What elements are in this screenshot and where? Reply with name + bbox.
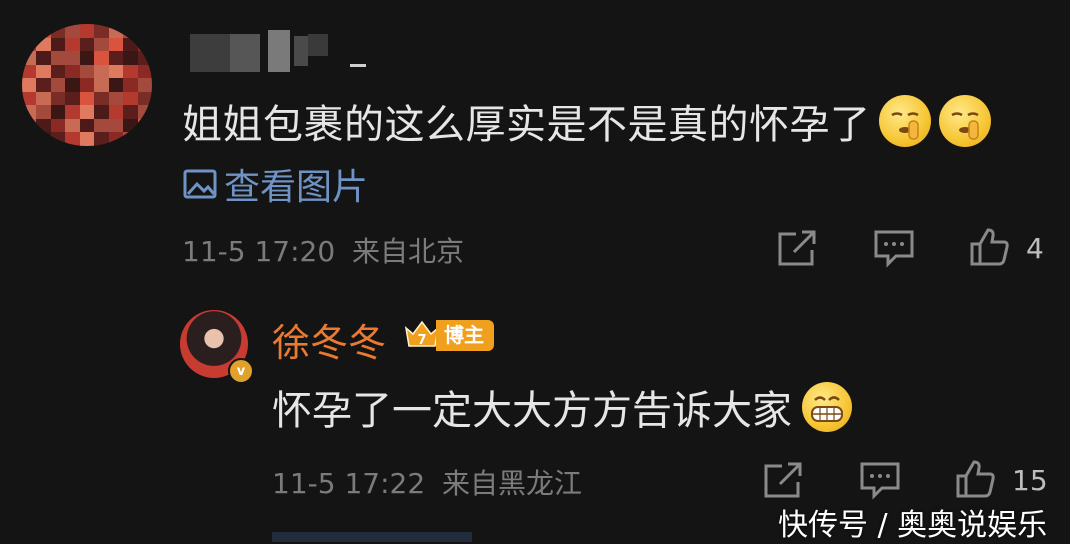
comment-text: 姐姐包裹的这么厚实是不是真的怀孕了 bbox=[182, 102, 871, 148]
comment-text-row: 姐姐包裹的这么厚实是不是真的怀孕了 bbox=[182, 92, 991, 150]
shush-face-emoji bbox=[938, 95, 991, 147]
badge-label: 博主 bbox=[436, 319, 494, 351]
watermark: 快传号 / 奥奥说娱乐 bbox=[778, 508, 1048, 543]
verified-badge-icon: v bbox=[228, 358, 254, 384]
reply-timestamp: 11-5 17:22 bbox=[272, 467, 426, 500]
badge-level: 7 bbox=[417, 333, 426, 348]
comment-icon[interactable] bbox=[858, 460, 902, 500]
commenter-username-blurred[interactable] bbox=[190, 30, 370, 72]
view-image-label: 查看图片 bbox=[224, 167, 369, 208]
comment-like-count: 4 bbox=[1026, 232, 1044, 265]
comment-icon[interactable] bbox=[872, 228, 916, 268]
blogger-badge: 7 博主 bbox=[402, 318, 494, 352]
comment-timestamp: 11-5 17:20 bbox=[182, 235, 336, 268]
reply-meta: 11-5 17:22 来自黑龙江 bbox=[272, 462, 582, 502]
reply-like-count: 15 bbox=[1012, 464, 1048, 497]
shush-face-emoji bbox=[878, 95, 931, 147]
comment-location: 来自北京 bbox=[352, 235, 465, 268]
reply-author-name[interactable]: 徐冬冬 bbox=[272, 312, 386, 367]
thumbs-up-icon[interactable] bbox=[968, 226, 1012, 268]
reply-location: 来自黑龙江 bbox=[442, 467, 583, 500]
comment-meta: 11-5 17:20 来自北京 bbox=[182, 230, 464, 270]
reply-text: 怀孕了一定大大方方告诉大家 bbox=[272, 388, 792, 434]
grin-emoji bbox=[802, 382, 852, 432]
share-icon[interactable] bbox=[762, 460, 806, 500]
reply-text-row: 怀孕了一定大大方方告诉大家 bbox=[272, 378, 852, 436]
commenter-avatar-pixelated[interactable] bbox=[22, 24, 152, 146]
share-icon[interactable] bbox=[776, 228, 820, 268]
next-reply-preview bbox=[272, 532, 472, 542]
view-image-link[interactable]: 查看图片 bbox=[182, 158, 368, 210]
image-icon bbox=[183, 169, 217, 199]
thumbs-up-icon[interactable] bbox=[954, 458, 998, 500]
